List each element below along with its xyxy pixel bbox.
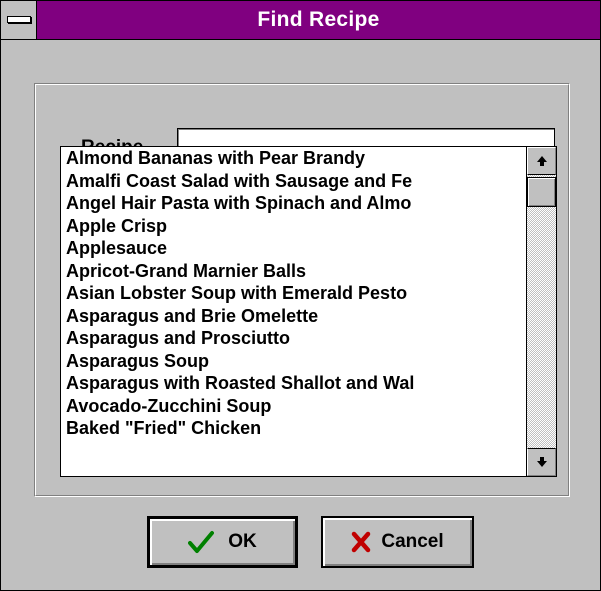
ok-label: OK <box>228 531 257 552</box>
system-menu-icon <box>7 16 31 23</box>
list-item[interactable]: Applesauce <box>61 237 527 260</box>
list-item[interactable]: Baked "Fried" Chicken <box>61 417 527 440</box>
list-item[interactable]: Apricot-Grand Marnier Balls <box>61 260 527 283</box>
find-recipe-dialog: Find Recipe Recipe Almond Bananas with P… <box>0 0 601 591</box>
list-item[interactable]: Asparagus Soup <box>61 350 527 373</box>
scroll-up-button[interactable] <box>527 147 556 175</box>
vertical-scrollbar[interactable] <box>526 147 556 476</box>
title-bar[interactable]: Find Recipe <box>1 1 600 40</box>
recipe-listbox[interactable]: Almond Bananas with Pear Brandy Amalfi Co… <box>60 146 557 477</box>
list-item[interactable]: Almond Bananas with Pear Brandy <box>61 147 527 170</box>
scroll-thumb[interactable] <box>527 177 556 207</box>
list-item[interactable]: Apple Crisp <box>61 215 527 238</box>
cancel-label: Cancel <box>381 531 444 552</box>
window-title: Find Recipe <box>257 8 380 31</box>
list-item[interactable]: Asparagus with Roasted Shallot and Wal <box>61 372 527 395</box>
list-item[interactable]: Asparagus and Brie Omelette <box>61 305 527 328</box>
list-item[interactable]: Asparagus and Prosciutto <box>61 327 527 350</box>
arrow-up-icon <box>536 156 547 166</box>
list-item[interactable]: Avocado-Zucchini Soup <box>61 395 527 418</box>
recipe-list[interactable]: Almond Bananas with Pear Brandy Amalfi Co… <box>61 147 527 476</box>
system-menu-button[interactable] <box>1 1 37 39</box>
ok-button[interactable]: OK <box>147 516 298 568</box>
list-item[interactable]: Asian Lobster Soup with Emerald Pesto <box>61 282 527 305</box>
arrow-down-icon <box>536 457 547 467</box>
cancel-button[interactable]: Cancel <box>321 516 474 568</box>
list-item[interactable]: Amalfi Coast Salad with Sausage and Fe <box>61 170 527 193</box>
scroll-down-button[interactable] <box>527 448 556 476</box>
list-item[interactable]: Angel Hair Pasta with Spinach and Almo <box>61 192 527 215</box>
x-icon <box>352 531 371 553</box>
checkmark-icon <box>188 531 215 553</box>
